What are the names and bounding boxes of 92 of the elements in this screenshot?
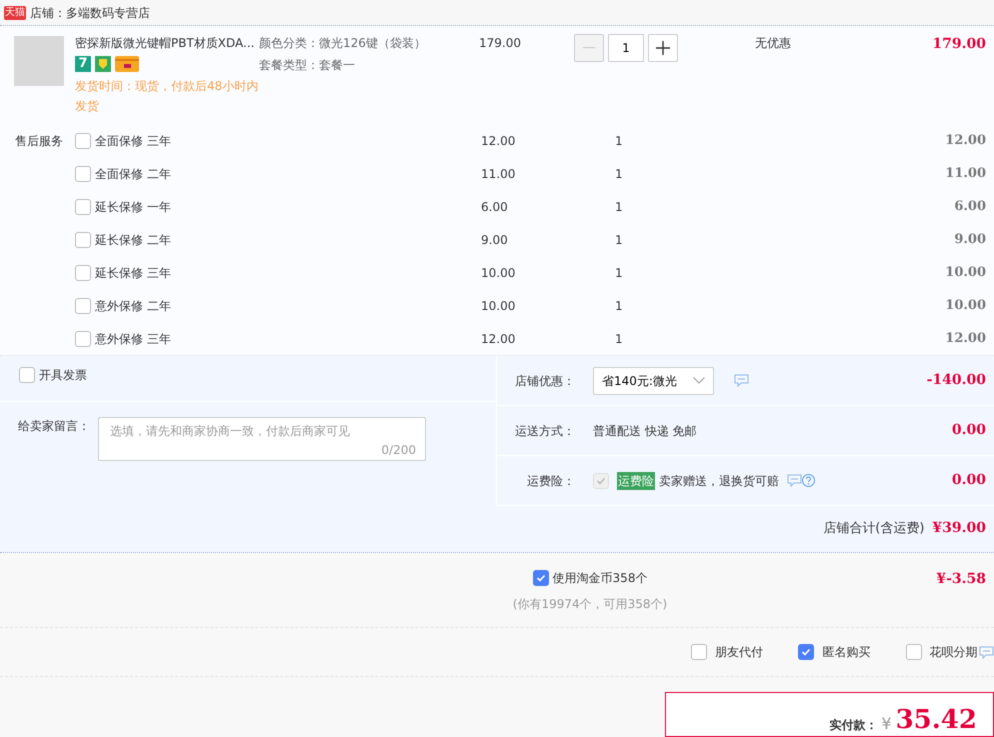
row-label: 店铺优惠： [515,374,575,388]
checkbox[interactable] [75,132,91,148]
service-price: 10.00 [481,266,516,280]
card-icon [115,56,139,72]
service-quantity: 1 [615,232,623,246]
service-total: 10.00 [945,298,986,313]
option-label[interactable]: 朋友代付 [715,643,763,661]
invoice-label[interactable]: 开具发票 [39,366,87,384]
option-label[interactable]: 花呗分期 [930,643,978,661]
checkbox[interactable] [75,198,91,214]
checkbox[interactable] [75,232,91,248]
shipping-method: 普通配送 快递 免邮 [593,422,697,440]
service-price: 12.00 [481,332,516,346]
increase-button[interactable] [648,34,678,62]
caret-icon [692,377,705,384]
service-price: 9.00 [481,232,508,246]
service-price: 10.00 [481,298,516,312]
insurance-tag: 运费险 [617,472,655,490]
service-name: 延长保修 三年 [95,264,171,282]
checkbox[interactable] [75,298,91,314]
store-total-amount: ¥39.00 [932,519,986,538]
service-quantity: 1 [615,298,623,312]
check-icon [596,476,606,486]
service-name: 延长保修 二年 [95,232,171,248]
row-label: 运费险： [527,474,575,488]
message-label: 给卖家留言： [18,418,90,435]
service-quantity: 1 [615,200,623,214]
service-total: 12.00 [945,132,986,148]
currency-symbol: ¥ [881,713,892,735]
spec-value: 微光126键（袋装） [319,35,426,52]
service-total: 9.00 [954,232,986,247]
item-total: 179.00 [932,36,986,52]
service-total: 6.00 [954,198,986,214]
spec-label: 颜色分类： [259,35,319,52]
checkbox[interactable] [798,644,814,660]
insurance-text: 卖家赠送，退换货可赔 [659,472,779,490]
row-amount: 0.00 [952,472,986,488]
character-counter: 0/200 [381,442,416,459]
spec-label: 套餐类型： [259,57,319,74]
service-name: 延长保修 一年 [95,198,171,216]
checkbox[interactable] [691,644,707,660]
service-label: 售后服务 [15,134,63,148]
checkbox[interactable] [75,330,91,346]
coin-label[interactable]: 使用淘金币358个 [552,569,648,587]
service-name: 意外保修 三年 [95,330,171,348]
delivery-time: 发货时间：现货，付款后48小时内发货 [75,78,259,115]
coin-amount: ¥-3.58 [936,571,986,587]
checkbox[interactable] [532,570,549,586]
shield-icon [95,56,111,72]
check-icon [801,647,812,657]
row-label: 运送方式： [515,424,575,438]
service-name: 全面保修 三年 [95,132,171,150]
service-total: 12.00 [945,330,986,346]
discount-text: 无优惠 [755,36,791,50]
service-price: 12.00 [481,134,516,148]
payment-amount: 35.42 [896,704,977,736]
row-amount: -140.00 [926,372,986,388]
service-quantity: 1 [615,266,623,280]
row-amount: 0.00 [952,422,986,438]
service-total: 11.00 [945,166,986,181]
service-name: 意外保修 二年 [95,298,171,314]
service-total: 10.00 [945,264,986,280]
plus-icon [656,41,670,55]
checkbox[interactable] [906,644,922,660]
photo-placeholder [14,36,64,86]
help-icon[interactable] [802,474,815,487]
service-name: 全面保修 二年 [95,166,171,182]
payment-label: 实付款： [829,717,878,734]
discount-dropdown[interactable]: 省140元:微光 [593,366,714,394]
shop-name: 店铺：多端数码专营店 [30,4,150,22]
product-title[interactable]: 密探新版微光键帽PBT材质XDA... [75,34,259,52]
service-quantity: 1 [615,134,623,148]
unit-price: 179.00 [479,36,521,50]
service-price: 6.00 [481,200,508,214]
tmall-logo: 天猫 [4,6,26,20]
spec-value: 套餐一 [319,57,355,74]
comment-icon[interactable] [787,474,802,487]
option-label[interactable]: 匿名购买 [822,643,870,661]
service-quantity: 1 [615,166,623,180]
quantity-field[interactable]: 1 [608,34,644,62]
check-icon [536,573,546,583]
seven-day-badge: 7 [75,56,91,72]
comment-icon[interactable] [734,374,749,387]
comment-icon[interactable] [978,646,994,658]
checkbox[interactable] [19,366,35,382]
minus-icon [583,47,595,49]
checkbox[interactable] [75,264,91,280]
service-price: 11.00 [481,166,516,180]
service-quantity: 1 [615,332,623,346]
checkbox[interactable] [75,166,91,182]
store-total-label: 店铺合计(含运费) [823,520,924,538]
coin-note: (你有19974个，可用358个) [512,596,668,613]
